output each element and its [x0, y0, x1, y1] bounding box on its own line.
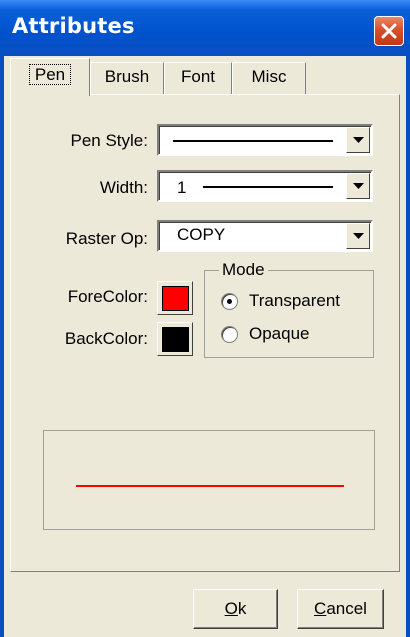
pen-tab-panel [10, 94, 400, 572]
window-title: Attributes [12, 14, 135, 38]
tab-label: Misc [251, 67, 287, 86]
tab-label: Pen [28, 64, 72, 85]
title-bar[interactable]: Attributes [0, 0, 410, 56]
tab-misc[interactable]: Misc [232, 62, 306, 94]
close-button[interactable] [374, 16, 404, 46]
cancel-mnemonic: C [314, 599, 327, 618]
tab-label: Brush [104, 67, 150, 86]
ok-label: k [237, 599, 247, 618]
cancel-button[interactable]: Cancel [297, 589, 384, 629]
cancel-label: ancel [326, 599, 367, 618]
close-icon [381, 23, 397, 39]
tab-label: Font [180, 67, 216, 86]
tab-font[interactable]: Font [164, 62, 232, 94]
ok-button[interactable]: Ok [193, 589, 278, 629]
attributes-dialog: Attributes Pen Brush Font Misc Pen Style… [0, 0, 410, 637]
ok-mnemonic: O [224, 599, 238, 618]
tab-brush[interactable]: Brush [90, 62, 164, 94]
window-frame-right [406, 56, 410, 637]
tab-pen[interactable]: Pen [10, 58, 90, 96]
window-frame-left [0, 56, 4, 637]
